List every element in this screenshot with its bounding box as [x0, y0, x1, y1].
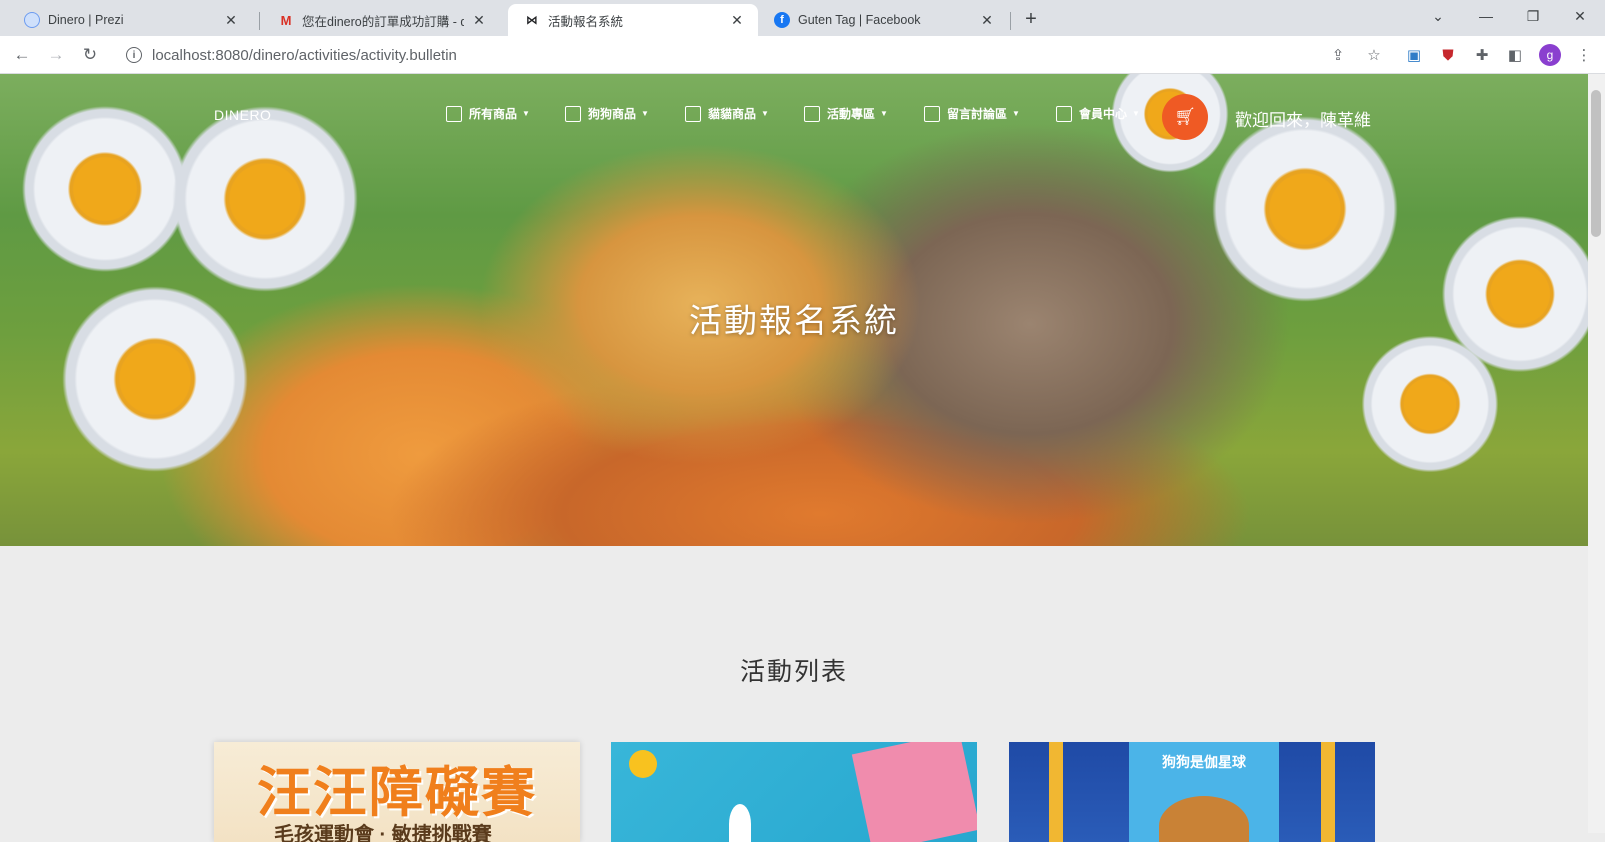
restore-button[interactable]: ❐: [1510, 0, 1556, 32]
prezi-icon: [24, 12, 40, 28]
extension-shield-icon[interactable]: ⛊: [1437, 44, 1459, 66]
bookmark-star-icon[interactable]: ☆: [1363, 44, 1385, 66]
scrollbar-thumb[interactable]: [1591, 90, 1601, 237]
nav-all-products[interactable]: 所有商品 ▼: [446, 105, 530, 122]
daisy-illustration: [1360, 334, 1500, 474]
site-navbar: DINERO 所有商品 ▼ 狗狗商品 ▼ 貓貓商品 ▼ 活動專區 ▼ 留言討論區 ▼ 會員…: [0, 74, 1588, 154]
card-headline: 狗狗是伽星球: [1162, 754, 1246, 770]
pet-ear-illustration: [729, 804, 751, 842]
tab-search-icon[interactable]: ⌄: [1415, 0, 1461, 32]
card-subline: 毛孩運動會 · 敏捷挑戰賽: [274, 824, 492, 842]
hero-title: 活動報名系統: [689, 302, 899, 339]
url-text: localhost:8080/dinero/activities/activit…: [152, 46, 457, 64]
browser-tab-activity[interactable]: ⋈ 活動報名系統 ✕: [508, 4, 758, 36]
close-icon[interactable]: ✕: [222, 11, 240, 29]
cart-icon: 🛒︎: [1174, 107, 1196, 126]
ball-illustration: [629, 750, 657, 778]
hero-banner: DINERO 所有商品 ▼ 狗狗商品 ▼ 貓貓商品 ▼ 活動專區 ▼ 留言討論區 ▼ 會員…: [0, 74, 1588, 546]
nav-member-center[interactable]: 會員中心 ▼: [1056, 105, 1140, 122]
activity-card[interactable]: [611, 742, 977, 842]
document-icon: [685, 105, 701, 122]
box-icon: [1056, 105, 1072, 122]
facebook-icon: f: [774, 12, 790, 28]
reload-icon[interactable]: ↻: [76, 41, 104, 69]
nav-events[interactable]: 活動專區 ▼: [804, 105, 888, 122]
nav-dog-products[interactable]: 狗狗商品 ▼: [565, 105, 649, 122]
close-icon[interactable]: ✕: [728, 11, 746, 29]
towel-illustration: [851, 742, 977, 842]
bowtie-icon: ⋈: [526, 13, 538, 27]
minimize-button[interactable]: —: [1463, 0, 1509, 32]
address-bar[interactable]: i localhost:8080/dinero/activities/activ…: [118, 40, 1368, 70]
site-info-icon[interactable]: i: [126, 47, 142, 63]
tab-title: Dinero | Prezi: [48, 13, 124, 27]
activity-card[interactable]: 狗狗是伽星球: [1009, 742, 1375, 842]
new-tab-button[interactable]: +: [1018, 6, 1044, 32]
box-icon: [924, 105, 940, 122]
stripe-decoration: [1049, 742, 1063, 842]
nav-forum[interactable]: 留言討論區 ▼: [924, 105, 1020, 122]
tab-title: 活動報名系統: [548, 14, 624, 29]
close-icon[interactable]: ✕: [978, 11, 996, 29]
close-icon[interactable]: ✕: [470, 11, 488, 29]
tab-title: 您在dinero的訂單成功訂購 - do: [302, 14, 464, 29]
gmail-icon: M: [280, 12, 292, 28]
box-icon: [565, 105, 581, 122]
side-panel-icon[interactable]: ◧: [1504, 44, 1526, 66]
activity-card[interactable]: 汪汪障礙賽 毛孩運動會 · 敏捷挑戰賽: [214, 742, 580, 842]
extension-s-icon[interactable]: ▣: [1403, 44, 1425, 66]
box-icon: [446, 105, 462, 122]
menu-kebab-icon[interactable]: ⋮: [1573, 44, 1595, 66]
browser-tab-facebook[interactable]: f Guten Tag | Facebook ✕: [758, 4, 1008, 36]
extensions-puzzle-icon[interactable]: ✚: [1471, 44, 1493, 66]
browser-toolbar: ← → ↻ i localhost:8080/dinero/activities…: [0, 36, 1605, 74]
card-headline: 汪汪障礙賽: [257, 763, 537, 823]
stripe-decoration: [1321, 742, 1335, 842]
window-close-button[interactable]: ✕: [1557, 0, 1603, 32]
browser-tab-gmail[interactable]: M 您在dinero的訂單成功訂購 - do ✕: [262, 4, 500, 36]
tab-strip: Dinero | Prezi ✕ M 您在dinero的訂單成功訂購 - do …: [0, 0, 1605, 36]
share-icon[interactable]: ⇪: [1327, 44, 1349, 66]
image-icon: [804, 105, 820, 122]
profile-avatar[interactable]: g: [1539, 44, 1561, 66]
welcome-text[interactable]: 歡迎回來，陳革維: [1235, 106, 1371, 131]
brand-logo[interactable]: DINERO: [214, 107, 271, 123]
nav-cat-products[interactable]: 貓貓商品 ▼: [685, 105, 769, 122]
back-icon[interactable]: ←: [8, 41, 36, 69]
page-scrollbar[interactable]: [1588, 74, 1605, 833]
tab-title: Guten Tag | Facebook: [798, 13, 921, 27]
cart-button[interactable]: 🛒︎: [1162, 94, 1208, 140]
forward-icon[interactable]: →: [42, 41, 70, 69]
browser-tab-prezi[interactable]: Dinero | Prezi ✕: [8, 4, 252, 36]
section-title: 活動列表: [739, 658, 848, 686]
